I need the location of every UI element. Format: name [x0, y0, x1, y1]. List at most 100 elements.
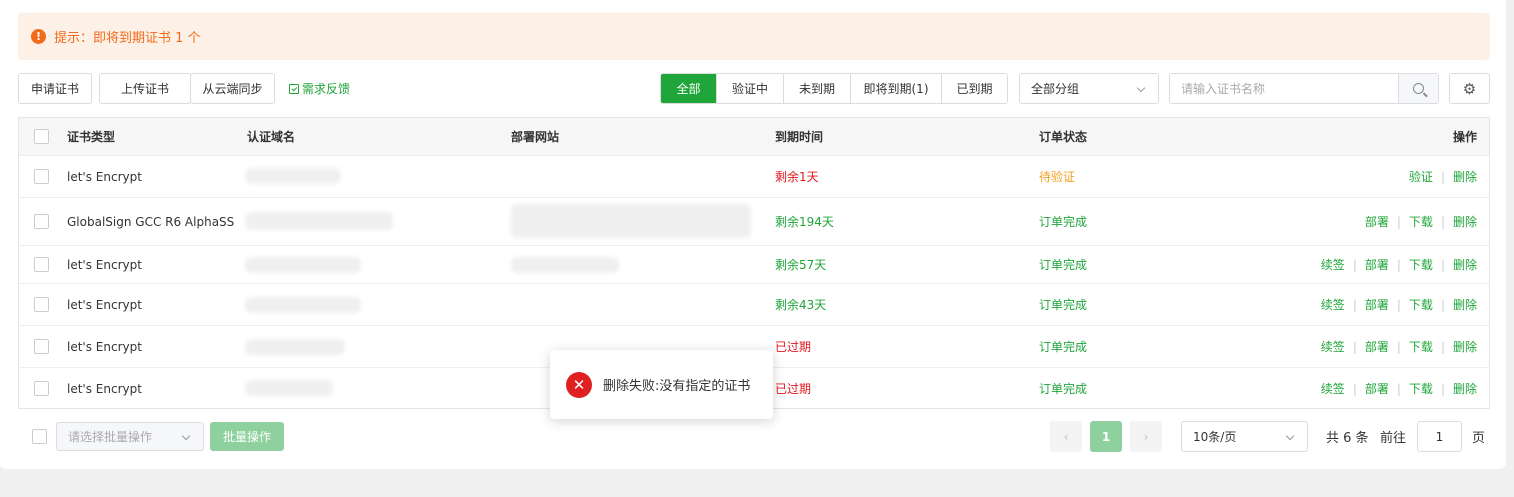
group-select[interactable]: 全部分组: [1019, 73, 1159, 104]
prev-page-button[interactable]: ‹: [1050, 421, 1082, 452]
verify-link[interactable]: 验证: [1409, 168, 1433, 185]
status-filter-tabs: 全部 验证中 未到期 即将到期(1) 已到期: [660, 73, 1008, 104]
redacted-domain: [245, 380, 333, 396]
deploy-link[interactable]: 部署: [1365, 380, 1389, 397]
renew-link[interactable]: 续签: [1321, 338, 1345, 355]
deploy-link[interactable]: 部署: [1365, 338, 1389, 355]
batch-action-placeholder: 请选择批量操作: [68, 430, 153, 444]
toast-message: 删除失败:没有指定的证书: [603, 379, 751, 394]
delete-link[interactable]: 删除: [1453, 380, 1477, 397]
settings-button[interactable]: ⚙: [1449, 73, 1490, 104]
upload-cert-button[interactable]: 上传证书: [99, 73, 191, 104]
tab-not-expired[interactable]: 未到期: [783, 74, 850, 103]
delete-link[interactable]: 删除: [1453, 296, 1477, 313]
download-link[interactable]: 下载: [1409, 380, 1433, 397]
alert-text: 提示：即将到期证书 1 个: [54, 31, 201, 46]
page-size-select[interactable]: 10条/页: [1181, 421, 1308, 452]
download-link[interactable]: 下载: [1409, 338, 1433, 355]
tab-expiring-soon[interactable]: 即将到期(1): [850, 74, 941, 103]
delete-link[interactable]: 删除: [1453, 168, 1477, 185]
expiry-value: 剩余194天: [775, 215, 834, 229]
row-checkbox[interactable]: [34, 257, 49, 272]
renew-link[interactable]: 续签: [1321, 380, 1345, 397]
expiry-value: 剩余1天: [775, 170, 819, 184]
redacted-domain: [245, 339, 345, 355]
order-status: 订单完成: [1039, 382, 1088, 396]
deploy-link[interactable]: 部署: [1365, 256, 1389, 273]
tab-verifying[interactable]: 验证中: [716, 74, 783, 103]
order-status: 待验证: [1039, 170, 1076, 184]
cert-type: let's Encrypt: [67, 297, 142, 312]
next-page-button[interactable]: ›: [1130, 421, 1162, 452]
cert-type: GlobalSign GCC R6 AlphaSSL: [67, 214, 235, 229]
delete-link[interactable]: 删除: [1453, 213, 1477, 230]
row-checkbox[interactable]: [34, 381, 49, 396]
chevron-down-icon: [1136, 83, 1146, 93]
download-link[interactable]: 下载: [1409, 213, 1433, 230]
table-row: GlobalSign GCC R6 AlphaSSL 剩余194天 订单完成 部…: [19, 198, 1489, 246]
delete-link[interactable]: 删除: [1453, 256, 1477, 273]
redacted-domain: [245, 257, 361, 273]
order-status: 订单完成: [1039, 340, 1088, 354]
main-panel: ! 提示：即将到期证书 1 个 申请证书 上传证书 从云端同步 需求反馈 全部 …: [0, 0, 1506, 469]
cert-type: let's Encrypt: [67, 339, 142, 354]
row-actions: 续签 | 部署 | 下载 | 删除: [1320, 296, 1477, 313]
order-status: 订单完成: [1039, 258, 1088, 272]
download-link[interactable]: 下载: [1409, 296, 1433, 313]
deploy-link[interactable]: 部署: [1365, 213, 1389, 230]
toolbar: 申请证书 上传证书 从云端同步 需求反馈 全部 验证中 未到期 即将到期(1) …: [18, 73, 1490, 104]
goto-page-input[interactable]: 1: [1417, 421, 1462, 452]
batch-action-select[interactable]: 请选择批量操作: [56, 422, 204, 451]
cloud-sync-button[interactable]: 从云端同步: [190, 73, 275, 104]
row-checkbox[interactable]: [34, 339, 49, 354]
goto-label: 前往: [1380, 431, 1407, 446]
total-count: 共 6 条: [1326, 431, 1369, 446]
col-domain: 认证域名: [247, 130, 296, 144]
row-checkbox[interactable]: [34, 297, 49, 312]
row-actions: 部署 | 下载 | 删除: [1364, 213, 1477, 230]
table-footer: 请选择批量操作 批量操作 ‹ 1 › 10条/页 共 6 条 前往 1 页: [18, 421, 1486, 452]
footer-select-all-checkbox[interactable]: [32, 429, 47, 444]
redacted-domain: [245, 297, 361, 313]
table-row: let's Encrypt 剩余1天 待验证 验证 | 删除: [19, 156, 1489, 198]
col-site: 部署网站: [511, 130, 560, 144]
chevron-right-icon: ›: [1143, 429, 1149, 444]
row-checkbox[interactable]: [34, 214, 49, 229]
feedback-icon: [289, 83, 299, 94]
apply-cert-button[interactable]: 申请证书: [18, 73, 92, 104]
error-toast: ✕ 删除失败:没有指定的证书: [550, 350, 773, 419]
table-header: 证书类型 认证域名 部署网站 到期时间 订单状态 操作: [19, 118, 1489, 156]
expiry-value: 已过期: [775, 382, 812, 396]
warning-icon: !: [31, 29, 46, 44]
redacted-site: [511, 257, 619, 273]
deploy-link[interactable]: 部署: [1365, 296, 1389, 313]
search-button[interactable]: [1398, 74, 1438, 103]
tab-all[interactable]: 全部: [661, 74, 716, 103]
row-actions: 验证 | 删除: [1408, 168, 1477, 185]
col-cert-type: 证书类型: [67, 130, 116, 144]
redacted-site: [511, 204, 751, 238]
cert-type: let's Encrypt: [67, 381, 142, 396]
chevron-down-icon: [181, 431, 191, 441]
table-row: let's Encrypt 剩余57天 订单完成 续签 | 部署 | 下载 | 删除: [19, 246, 1489, 284]
error-icon: ✕: [566, 371, 592, 398]
row-actions: 续签 | 部署 | 下载 | 删除: [1320, 380, 1477, 397]
cert-type: let's Encrypt: [67, 257, 142, 272]
page-1-button[interactable]: 1: [1090, 421, 1122, 452]
feedback-link[interactable]: 需求反馈: [289, 73, 350, 104]
row-checkbox[interactable]: [34, 169, 49, 184]
group-select-value: 全部分组: [1031, 82, 1080, 96]
select-all-checkbox[interactable]: [34, 129, 49, 144]
chevron-left-icon: ‹: [1063, 429, 1069, 444]
search-input[interactable]: 请输入证书名称: [1170, 74, 1398, 103]
page-unit-label: 页: [1472, 431, 1486, 446]
batch-action-button[interactable]: 批量操作: [210, 422, 284, 451]
col-actions: 操作: [1452, 130, 1477, 144]
download-link[interactable]: 下载: [1409, 256, 1433, 273]
tab-expired[interactable]: 已到期: [941, 74, 1007, 103]
col-status: 订单状态: [1039, 130, 1088, 144]
redacted-domain: [245, 168, 341, 184]
renew-link[interactable]: 续签: [1321, 296, 1345, 313]
delete-link[interactable]: 删除: [1453, 338, 1477, 355]
renew-link[interactable]: 续签: [1321, 256, 1345, 273]
